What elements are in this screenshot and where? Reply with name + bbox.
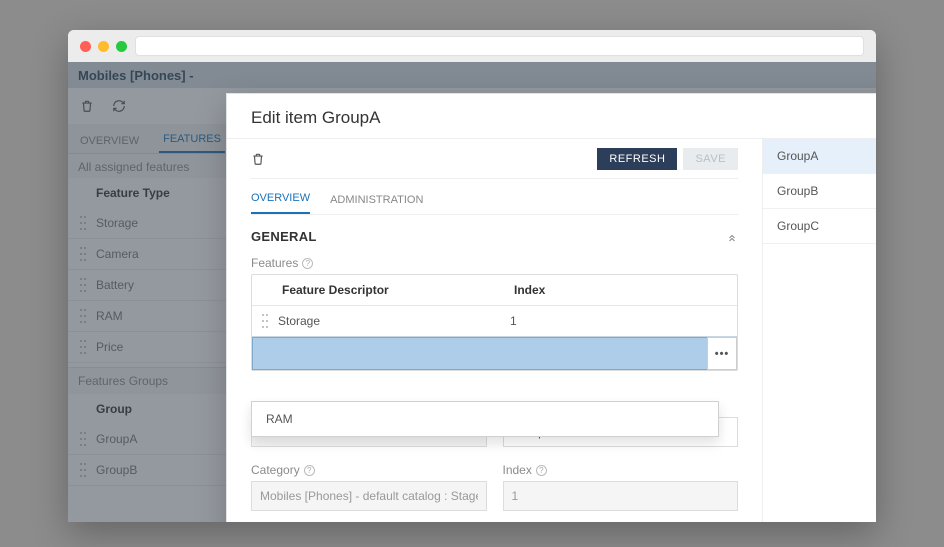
modal-title: Edit item GroupA [251,108,380,128]
minimize-window-icon[interactable] [98,41,109,52]
trash-icon[interactable] [251,152,265,166]
feature-picker-button[interactable]: ••• [707,337,737,370]
category-field [251,481,487,511]
help-icon[interactable]: ? [302,258,313,269]
sidebar-item-groupb[interactable]: GroupB [763,174,876,209]
features-label: Features ? [251,256,738,270]
section-head: GENERAL [251,215,738,250]
table-row[interactable]: Storage 1 [252,305,737,336]
features-label-text: Features [251,256,298,270]
help-icon[interactable]: ? [536,465,547,476]
modal-body: REFRESH SAVE OVERVIEW ADMINISTRATION GEN… [227,138,876,522]
index-field [503,481,739,511]
refresh-button[interactable]: REFRESH [597,148,677,170]
index-label: Index ? [503,463,739,477]
feature-picker-input[interactable] [252,337,707,370]
sidebar-item-groupc[interactable]: GroupC [763,209,876,244]
app-window: Mobiles [Phones] - OVERVIEW FEATURES All… [68,30,876,522]
index-label-text: Index [503,463,532,477]
features-table: Feature Descriptor Index Storage 1 ••• [251,274,738,371]
traffic-lights [80,41,127,52]
feature-picker-row: ••• [252,336,737,370]
cell-index: 1 [510,314,729,328]
close-window-icon[interactable] [80,41,91,52]
address-bar[interactable] [135,36,864,56]
drag-handle-icon[interactable] [262,314,268,328]
col-header-index: Index [514,283,729,297]
modal-toolbar: REFRESH SAVE [251,139,738,179]
help-icon[interactable]: ? [304,465,315,476]
category-index-row: Category ? Index ? [251,457,738,511]
modal-header: Edit item GroupA [227,94,876,138]
features-table-head: Feature Descriptor Index [252,275,737,305]
modal-side-list: GroupA GroupB GroupC [762,139,876,522]
titlebar [68,30,876,62]
edit-item-modal: Edit item GroupA REFRESH SAVE [226,93,876,522]
sidebar-item-groupa[interactable]: GroupA [763,139,876,174]
cell-descriptor: Storage [278,314,510,328]
col-header-descriptor: Feature Descriptor [282,283,514,297]
feature-suggestion-dropdown: RAM [251,401,719,437]
suggestion-item[interactable]: RAM [252,402,718,436]
save-button: SAVE [683,148,738,170]
modal-main: REFRESH SAVE OVERVIEW ADMINISTRATION GEN… [227,139,762,522]
category-label-text: Category [251,463,300,477]
tab-administration[interactable]: ADMINISTRATION [330,186,423,214]
tab-overview[interactable]: OVERVIEW [251,184,310,214]
modal-tabs: OVERVIEW ADMINISTRATION [251,179,738,215]
section-title: GENERAL [251,229,317,244]
category-label: Category ? [251,463,487,477]
collapse-icon[interactable] [726,231,738,243]
zoom-window-icon[interactable] [116,41,127,52]
